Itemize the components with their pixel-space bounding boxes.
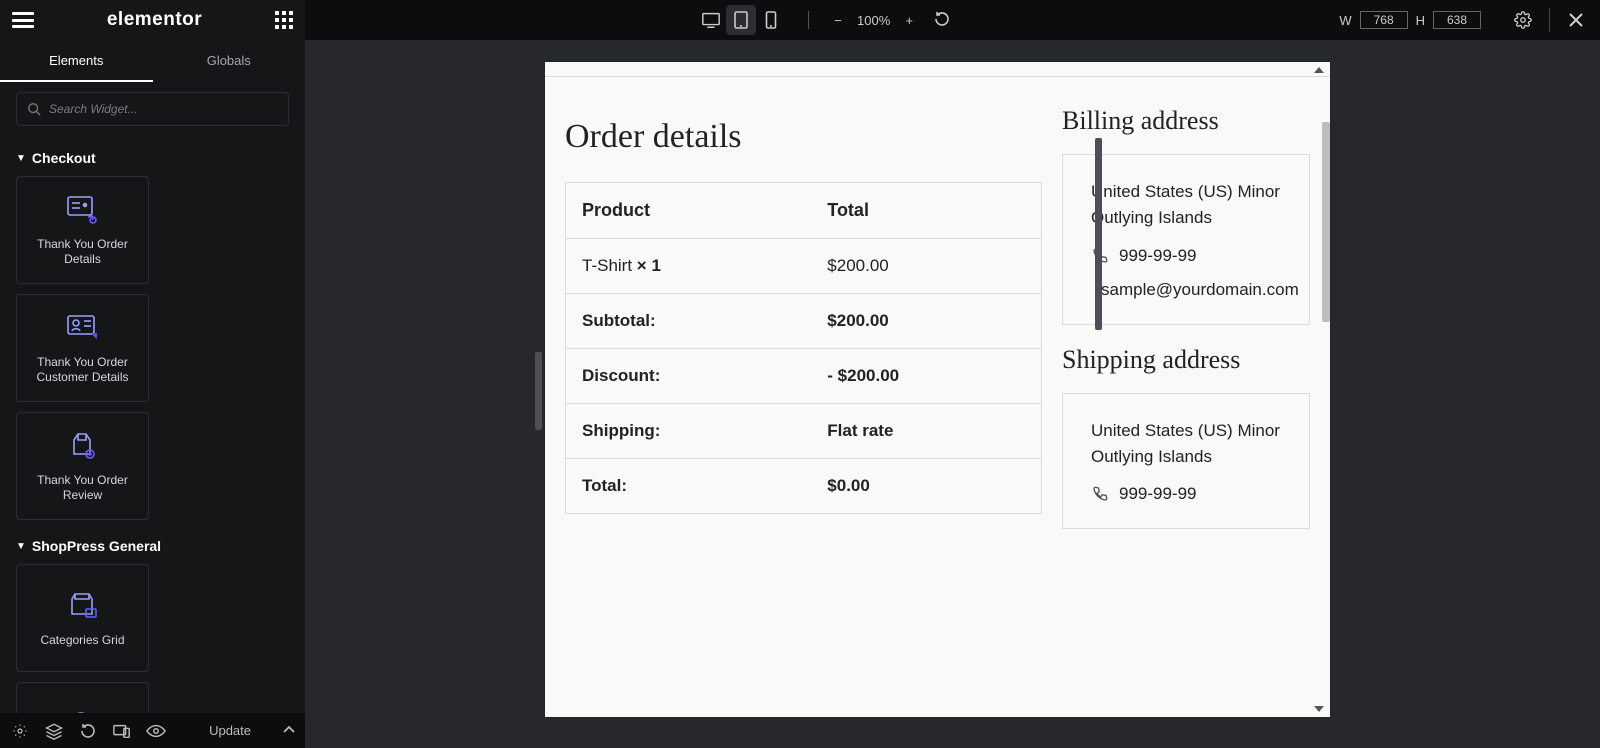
product-qty: × 1 (637, 256, 661, 275)
billing-email: sample@yourdomain.com (1101, 280, 1299, 300)
phone-icon (1091, 485, 1109, 503)
tab-elements[interactable]: Elements (0, 40, 153, 82)
navigator-icon[interactable] (44, 721, 64, 741)
height-label: H (1416, 13, 1425, 28)
order-table: Product Total T-Shirt × 1 $200.00 Subtot… (565, 182, 1042, 514)
widget-thank-you-order-details[interactable]: Thank You Order Details (16, 176, 149, 284)
page-settings-icon[interactable] (10, 721, 30, 741)
summary-value: Flat rate (811, 404, 1041, 459)
widget-icon (66, 589, 100, 623)
scrollbar[interactable] (1095, 138, 1102, 330)
separator (1549, 8, 1550, 32)
table-row: Shipping:Flat rate (566, 404, 1042, 459)
preview-icon[interactable] (146, 721, 166, 741)
desktop-device-button[interactable] (696, 5, 726, 35)
responsive-icon[interactable] (112, 721, 132, 741)
table-row: Discount:- $200.00 (566, 349, 1042, 404)
widget-label: Thank You Order Customer Details (21, 355, 144, 385)
menu-icon[interactable] (12, 12, 34, 28)
order-details-title: Order details (565, 118, 1042, 156)
widget-icon (66, 429, 100, 463)
width-label: W (1339, 13, 1351, 28)
search-widget-box[interactable] (16, 92, 289, 126)
summary-label: Total: (566, 459, 812, 514)
billing-address: United States (US) Minor Outlying Island… (1091, 179, 1281, 232)
widget-thank-you-order-review[interactable]: Thank You Order Review (16, 412, 149, 520)
top-bar: elementor − 100% + W 768 H 638 (0, 0, 1600, 40)
summary-label: Subtotal: (566, 294, 812, 349)
table-row: Subtotal:$200.00 (566, 294, 1042, 349)
brand-logo: elementor (107, 9, 202, 31)
apps-grid-icon[interactable] (275, 11, 293, 29)
tab-globals[interactable]: Globals (153, 40, 306, 82)
summary-value: - $200.00 (811, 349, 1041, 404)
widget-categories-grid[interactable]: Categories Grid (16, 564, 149, 672)
chevron-up-icon[interactable] (283, 724, 295, 738)
product-total: $200.00 (811, 239, 1041, 294)
close-icon[interactable] (1566, 10, 1586, 30)
widget-label: Thank You Order Details (21, 237, 144, 267)
th-total: Total (811, 183, 1041, 239)
section-title: Checkout (32, 150, 96, 166)
zoom-in-button[interactable]: + (902, 13, 916, 28)
widget-thank-you-customer-details[interactable]: Thank You Order Customer Details (16, 294, 149, 402)
shipping-phone: 999-99-99 (1119, 484, 1197, 504)
summary-label: Discount: (566, 349, 812, 404)
billing-title: Billing address (1062, 106, 1310, 136)
widgets-panel: Elements Globals ▼ Checkout Thank You Or… (0, 40, 305, 713)
canvas-stage: Order details Product Total T-Shirt × 1 … (305, 40, 1600, 748)
summary-value: $200.00 (811, 294, 1041, 349)
section-checkout-toggle[interactable]: ▼ Checkout (0, 132, 305, 176)
table-row: Total:$0.00 (566, 459, 1042, 514)
bottom-bar: Update (0, 713, 305, 748)
divider (545, 76, 1330, 77)
section-title: ShopPress General (32, 538, 161, 554)
mobile-device-button[interactable] (756, 5, 786, 35)
scrollbar[interactable] (1322, 122, 1330, 322)
widget-icon (66, 311, 100, 345)
th-product: Product (566, 183, 812, 239)
settings-icon[interactable] (1513, 10, 1533, 30)
tablet-device-button[interactable] (726, 5, 756, 35)
widget-icon (66, 193, 100, 227)
shipping-address-box: United States (US) Minor Outlying Island… (1062, 393, 1310, 530)
history-icon[interactable] (78, 721, 98, 741)
shipping-title: Shipping address (1062, 345, 1310, 375)
preview-frame: Order details Product Total T-Shirt × 1 … (545, 62, 1330, 717)
product-name: T-Shirt (582, 256, 632, 275)
widget-label: Thank You Order Review (21, 473, 144, 503)
scroll-up-arrow-icon[interactable] (1314, 67, 1324, 73)
section-shoppress-toggle[interactable]: ▼ ShopPress General (0, 520, 305, 564)
caret-down-icon: ▼ (16, 541, 26, 552)
scroll-down-arrow-icon[interactable] (1314, 706, 1324, 712)
width-input[interactable]: 768 (1360, 11, 1408, 29)
summary-value: $0.00 (811, 459, 1041, 514)
widget-orders-tracking[interactable]: Orders Tracking (16, 682, 149, 713)
search-input[interactable] (49, 102, 278, 116)
zoom-out-button[interactable]: − (831, 13, 845, 28)
height-input[interactable]: 638 (1433, 11, 1481, 29)
reset-zoom-button[interactable] (934, 11, 948, 30)
widget-label: Categories Grid (40, 633, 124, 648)
summary-label: Shipping: (566, 404, 812, 459)
update-button[interactable]: Update (209, 723, 251, 738)
shipping-address: United States (US) Minor Outlying Island… (1091, 418, 1281, 471)
zoom-level: 100% (857, 13, 890, 28)
table-row: T-Shirt × 1 $200.00 (566, 239, 1042, 294)
billing-phone: 999-99-99 (1119, 246, 1197, 266)
separator (808, 11, 809, 29)
caret-down-icon: ▼ (16, 153, 26, 164)
scrollbar[interactable] (535, 352, 542, 430)
